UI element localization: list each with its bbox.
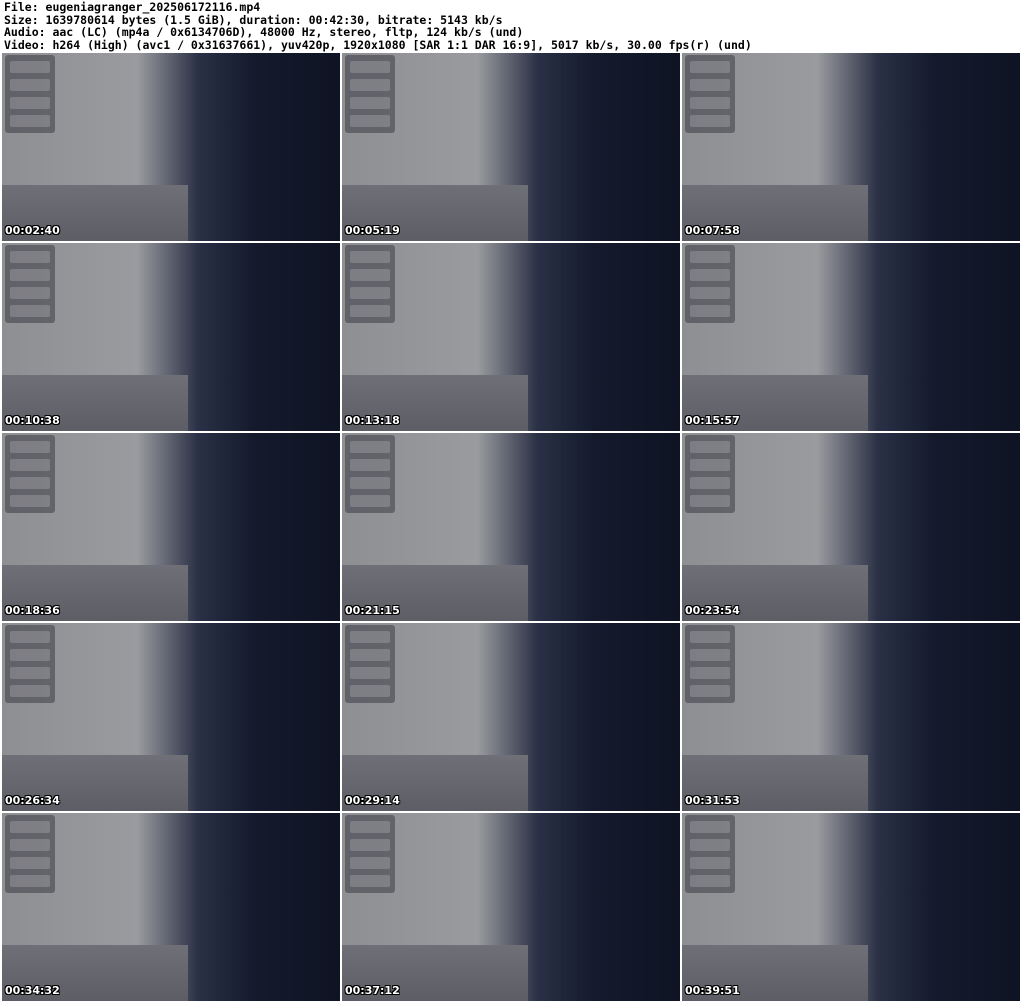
stream-overlay-panel bbox=[345, 245, 395, 323]
video-frame-thumbnail: 00:26:34 bbox=[2, 623, 340, 811]
video-frame-thumbnail: 00:15:57 bbox=[682, 243, 1020, 431]
frame-timestamp: 00:21:15 bbox=[345, 604, 400, 617]
frame-timestamp: 00:15:57 bbox=[685, 414, 740, 427]
video-frame-thumbnail: 00:34:32 bbox=[2, 813, 340, 1001]
video-frame-thumbnail: 00:13:18 bbox=[342, 243, 680, 431]
stream-overlay-panel bbox=[5, 245, 55, 323]
stream-overlay-panel bbox=[685, 55, 735, 133]
frame-timestamp: 00:23:54 bbox=[685, 604, 740, 617]
frame-timestamp: 00:34:32 bbox=[5, 984, 60, 997]
stream-overlay-panel bbox=[5, 625, 55, 703]
video-frame-thumbnail: 00:39:51 bbox=[682, 813, 1020, 1001]
video-frame-thumbnail: 00:37:12 bbox=[342, 813, 680, 1001]
video-frame-thumbnail: 00:02:40 bbox=[2, 53, 340, 241]
video-frame-thumbnail: 00:10:38 bbox=[2, 243, 340, 431]
video-frame-thumbnail: 00:07:58 bbox=[682, 53, 1020, 241]
audio-info: Audio: aac (LC) (mp4a / 0x6134706D), 480… bbox=[4, 25, 524, 40]
frame-timestamp: 00:13:18 bbox=[345, 414, 400, 427]
stream-overlay-panel bbox=[345, 435, 395, 513]
video-frame-thumbnail: 00:31:53 bbox=[682, 623, 1020, 811]
video-info: Video: h264 (High) (avc1 / 0x31637661), … bbox=[4, 37, 752, 52]
video-frame-thumbnail: 00:23:54 bbox=[682, 433, 1020, 621]
stream-overlay-panel bbox=[685, 435, 735, 513]
video-frame-thumbnail: 00:18:36 bbox=[2, 433, 340, 621]
frame-timestamp: 00:37:12 bbox=[345, 984, 400, 997]
frame-timestamp: 00:07:58 bbox=[685, 224, 740, 237]
stream-overlay-panel bbox=[685, 245, 735, 323]
frame-timestamp: 00:18:36 bbox=[5, 604, 60, 617]
stream-overlay-panel bbox=[685, 625, 735, 703]
frame-timestamp: 00:29:14 bbox=[345, 794, 400, 807]
frame-timestamp: 00:31:53 bbox=[685, 794, 740, 807]
file-name: File: eugeniagranger_202506172116.mp4 bbox=[4, 0, 261, 14]
frame-timestamp: 00:05:19 bbox=[345, 224, 400, 237]
stream-overlay-panel bbox=[345, 55, 395, 133]
stream-overlay-panel bbox=[345, 815, 395, 893]
frame-timestamp: 00:26:34 bbox=[5, 794, 60, 807]
frame-timestamp: 00:02:40 bbox=[5, 224, 60, 237]
stream-overlay-panel bbox=[5, 815, 55, 893]
video-frame-thumbnail: 00:05:19 bbox=[342, 53, 680, 241]
frame-timestamp: 00:39:51 bbox=[685, 984, 740, 997]
stream-overlay-panel bbox=[5, 55, 55, 133]
stream-overlay-panel bbox=[345, 625, 395, 703]
file-info-header: File: eugeniagranger_202506172116.mp4 Siz… bbox=[4, 1, 752, 51]
stream-overlay-panel bbox=[685, 815, 735, 893]
frame-timestamp: 00:10:38 bbox=[5, 414, 60, 427]
stream-overlay-panel bbox=[5, 435, 55, 513]
video-frame-thumbnail: 00:21:15 bbox=[342, 433, 680, 621]
thumbnail-grid: 00:02:40 00:05:19 00:07:58 00:10:38 00:13:18… bbox=[2, 53, 1020, 1001]
video-frame-thumbnail: 00:29:14 bbox=[342, 623, 680, 811]
